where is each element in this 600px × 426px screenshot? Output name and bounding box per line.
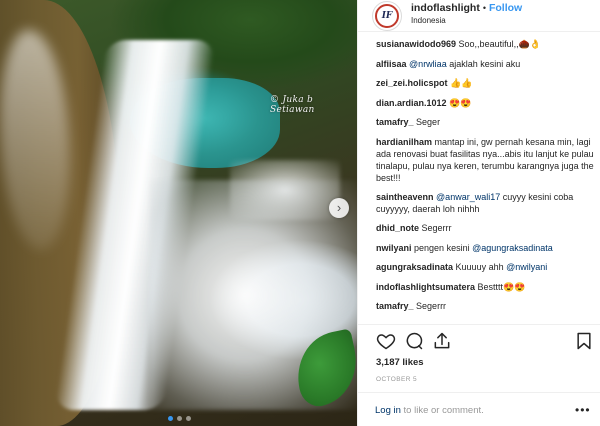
comment-user[interactable]: dhid_note	[376, 223, 419, 233]
post-username[interactable]: indoflashlight	[411, 2, 480, 14]
carousel-dots	[168, 416, 191, 421]
comment-user[interactable]: susianawidodo969	[376, 39, 456, 49]
comment-list: susianawidodo969 Soo,,beautiful,,🌰👌 alfi…	[376, 38, 596, 320]
user-row: indoflashlight • Follow	[411, 2, 522, 14]
comment-user[interactable]: tamafry_	[376, 301, 414, 311]
comment-mention[interactable]: @nwilyani	[506, 262, 547, 272]
comment-text: ajaklah kesini aku	[446, 58, 521, 69]
comment: tamafry_ Seger	[376, 116, 596, 128]
separator-dot: •	[482, 3, 486, 13]
actions-divider	[358, 324, 600, 325]
comment: hardianilham mantap ini, gw pernah kesan…	[376, 136, 596, 184]
comment-user[interactable]: agungraksadinata	[376, 262, 453, 272]
comment: tamafry_ Segerrr	[376, 300, 596, 312]
comment-user[interactable]: alfiisaa	[376, 59, 407, 69]
comment-text: Segerrr	[421, 222, 452, 233]
comment-text: Bestttt😍😍	[477, 281, 526, 292]
comment-user[interactable]: nwilyani	[376, 243, 412, 253]
post-header: IF indoflashlight • Follow Indonesia	[358, 0, 600, 32]
comment: susianawidodo969 Soo,,beautiful,,🌰👌	[376, 38, 596, 50]
footer-divider	[358, 392, 600, 393]
comment-mention[interactable]: @agungraksadinata	[472, 243, 553, 253]
bookmark-icon[interactable]	[574, 331, 594, 351]
comment-text: Soo,,beautiful,,🌰👌	[458, 39, 542, 49]
carousel-dot	[177, 416, 182, 421]
likes-count[interactable]: 3,187 likes	[376, 357, 424, 368]
login-link[interactable]: Log in	[375, 405, 401, 416]
user-block: indoflashlight • Follow Indonesia	[411, 2, 522, 25]
chevron-right-icon: ›	[336, 200, 342, 215]
comment: agungraksadinata Kuuuuy ahh @nwilyani	[376, 261, 596, 273]
share-icon[interactable]	[432, 331, 452, 351]
comment-text: 😍😍	[449, 97, 472, 108]
comment-icon[interactable]	[404, 331, 424, 351]
comment-text: Seger	[416, 117, 441, 128]
photo-watermark: © Juka b Setiawan	[270, 95, 315, 115]
comment-user[interactable]: dian.ardian.1012	[376, 98, 447, 108]
post-date[interactable]: OCTOBER 5	[376, 376, 417, 383]
post-location[interactable]: Indonesia	[411, 16, 522, 25]
action-bar	[376, 331, 592, 351]
comment-text: pengen kesini	[414, 242, 473, 253]
carousel-dot-active	[168, 416, 173, 421]
comment-user[interactable]: indoflashlightsumatera	[376, 282, 475, 292]
comment-user[interactable]: zei_zei.holicspot	[376, 78, 448, 88]
comment: nwilyani pengen kesini @agungraksadinata	[376, 242, 596, 254]
comment-text: Segerrr	[416, 301, 447, 312]
carousel-dot	[186, 416, 191, 421]
heart-icon[interactable]	[376, 331, 396, 351]
comment: dian.ardian.1012 😍😍	[376, 97, 596, 109]
follow-button[interactable]: Follow	[489, 2, 522, 14]
comment: dhid_note Segerrr	[376, 222, 596, 234]
comment: alfiisaa @nrwliaa ajaklah kesini aku	[376, 58, 596, 70]
comment: indoflashlightsumatera Bestttt😍😍	[376, 281, 596, 293]
login-prompt: to like or comment.	[400, 405, 484, 416]
comment-mention[interactable]: @nrwliaa	[409, 59, 447, 69]
comment-user[interactable]: tamafry_	[376, 117, 414, 127]
carousel-next-button[interactable]: ›	[329, 198, 349, 218]
comment-mention[interactable]: @anwar_wali17	[436, 192, 500, 202]
comment-user[interactable]: hardianilham	[376, 137, 432, 147]
comment-text: Kuuuuy ahh	[455, 262, 507, 273]
comment-text: 👍👍	[450, 78, 473, 89]
avatar[interactable]: IF	[372, 1, 402, 31]
comment: saintheavenn @anwar_wali17 cuyyy kesini …	[376, 191, 596, 215]
post-photo[interactable]: © Juka b Setiawan ›	[0, 0, 357, 426]
more-options-icon[interactable]: •••	[575, 403, 591, 417]
comment-user[interactable]: saintheavenn	[376, 192, 434, 202]
login-footer: Log in to like or comment.	[375, 405, 484, 416]
post-side-panel: IF indoflashlight • Follow Indonesia sus…	[357, 0, 600, 426]
comment: zei_zei.holicspot 👍👍	[376, 77, 596, 89]
avatar-logo: IF	[375, 4, 399, 28]
